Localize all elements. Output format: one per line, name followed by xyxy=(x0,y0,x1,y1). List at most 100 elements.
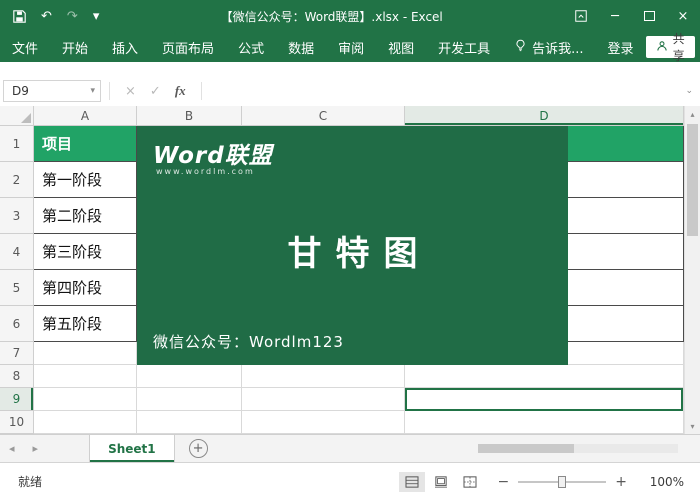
page-layout-view-icon[interactable] xyxy=(428,472,454,492)
enter-icon[interactable]: ✓ xyxy=(143,84,168,99)
cell-C10[interactable] xyxy=(242,411,405,434)
select-all-triangle-icon xyxy=(21,113,31,123)
cell-C8[interactable] xyxy=(242,365,405,388)
zoom-level-label[interactable]: 100% xyxy=(634,475,700,489)
tell-me-box[interactable]: 告诉我... xyxy=(502,32,595,62)
row-header-4[interactable]: 4 xyxy=(0,234,34,270)
column-header-C[interactable]: C xyxy=(242,106,405,125)
ribbon-display-options-icon[interactable] xyxy=(564,0,598,32)
select-all-button[interactable] xyxy=(0,106,34,125)
save-icon[interactable] xyxy=(13,10,26,23)
window-title: 【微信公众号：Word联盟】.xlsx - Excel xyxy=(99,8,564,25)
sheet-tab-sheet1[interactable]: Sheet1 xyxy=(89,435,175,462)
cell-B8[interactable] xyxy=(137,365,242,388)
cell-A7[interactable] xyxy=(34,342,137,365)
column-header-B[interactable]: B xyxy=(137,106,242,125)
row-header-6[interactable]: 6 xyxy=(0,306,34,342)
horizontal-scrollbar[interactable] xyxy=(478,444,678,453)
zoom-in-button[interactable]: + xyxy=(608,474,634,490)
row-header-5[interactable]: 5 xyxy=(0,270,34,306)
cancel-icon[interactable]: × xyxy=(118,84,143,99)
normal-view-icon[interactable] xyxy=(399,472,425,492)
vertical-scrollbar-thumb[interactable] xyxy=(687,124,698,236)
cell-A4[interactable]: 第三阶段 xyxy=(34,234,137,270)
row-header-9[interactable]: 9 xyxy=(0,388,34,411)
formula-input[interactable] xyxy=(210,76,679,106)
new-sheet-button[interactable]: + xyxy=(189,439,208,458)
tab-home[interactable]: 开始 xyxy=(50,32,100,62)
cell-D10[interactable] xyxy=(405,411,684,434)
maximize-icon xyxy=(644,11,655,21)
name-box-value: D9 xyxy=(12,84,29,98)
cell-A3[interactable]: 第二阶段 xyxy=(34,198,137,234)
tab-developer[interactable]: 开发工具 xyxy=(426,32,502,62)
title-bar: ↶ ↷ ▾ 【微信公众号：Word联盟】.xlsx - Excel ─ × xyxy=(0,0,700,32)
cell-D8[interactable] xyxy=(405,365,684,388)
share-button[interactable]: 共享 xyxy=(646,36,695,58)
undo-icon[interactable]: ↶ xyxy=(41,10,52,23)
cell-A10[interactable] xyxy=(34,411,137,434)
tab-insert[interactable]: 插入 xyxy=(100,32,150,62)
sign-in-button[interactable]: 登录 xyxy=(596,38,646,57)
page-break-view-icon[interactable] xyxy=(457,472,483,492)
formula-bar-divider2 xyxy=(201,82,202,100)
row-header-8[interactable]: 8 xyxy=(0,365,34,388)
tab-view[interactable]: 视图 xyxy=(376,32,426,62)
sheet-tab-bar: ◂ ▸ Sheet1 + xyxy=(0,434,700,462)
sheet-nav-right-icon[interactable]: ▸ xyxy=(24,442,48,455)
window-controls: ─ × xyxy=(564,0,700,32)
status-ready-label: 就绪 xyxy=(0,473,42,490)
grid-row: 8 xyxy=(0,365,684,388)
minimize-button[interactable]: ─ xyxy=(598,0,632,32)
cell-D9[interactable] xyxy=(405,388,684,411)
tab-page-layout[interactable]: 页面布局 xyxy=(150,32,226,62)
column-header-A[interactable]: A xyxy=(34,106,137,125)
status-bar: 就绪 − + 100% xyxy=(0,462,700,500)
zoom-slider[interactable] xyxy=(518,481,606,483)
cell-B10[interactable] xyxy=(137,411,242,434)
promo-logo: Word联盟 xyxy=(153,136,273,170)
close-button[interactable]: × xyxy=(666,0,700,32)
insert-function-icon[interactable]: fx xyxy=(168,83,193,99)
column-header-D[interactable]: D xyxy=(405,106,684,125)
scroll-up-icon[interactable]: ▴ xyxy=(685,106,700,122)
horizontal-scrollbar-thumb[interactable] xyxy=(478,444,574,453)
maximize-button[interactable] xyxy=(632,0,666,32)
share-label: 共享 xyxy=(673,30,685,64)
ribbon-collapsed-strip xyxy=(0,62,700,77)
tab-review[interactable]: 审阅 xyxy=(326,32,376,62)
redo-icon[interactable]: ↷ xyxy=(67,10,78,23)
tell-me-label: 告诉我... xyxy=(532,38,583,57)
row-header-7[interactable]: 7 xyxy=(0,342,34,365)
formula-bar-expand-icon[interactable]: ⌄ xyxy=(678,86,700,96)
zoom-slider-thumb[interactable] xyxy=(558,476,566,488)
name-box-dropdown-icon[interactable]: ▾ xyxy=(90,86,100,96)
name-box[interactable]: D9 ▾ xyxy=(3,80,101,102)
promo-logo-url: www.wordlm.com xyxy=(156,167,255,176)
cell-B9[interactable] xyxy=(137,388,242,411)
row-header-1[interactable]: 1 xyxy=(0,126,34,162)
row-header-10[interactable]: 10 xyxy=(0,411,34,434)
vertical-scrollbar[interactable]: ▴ ▾ xyxy=(684,106,700,434)
cell-A8[interactable] xyxy=(34,365,137,388)
grid-row: 9 xyxy=(0,388,684,411)
tab-formulas[interactable]: 公式 xyxy=(226,32,276,62)
row-header-3[interactable]: 3 xyxy=(0,198,34,234)
zoom-out-button[interactable]: − xyxy=(491,474,517,490)
excel-window: ↶ ↷ ▾ 【微信公众号：Word联盟】.xlsx - Excel ─ × 文件… xyxy=(0,0,700,500)
cell-A2[interactable]: 第一阶段 xyxy=(34,162,137,198)
scroll-down-icon[interactable]: ▾ xyxy=(685,418,700,434)
cell-A9[interactable] xyxy=(34,388,137,411)
quick-access-toolbar: ↶ ↷ ▾ xyxy=(0,10,99,23)
promo-title: 甘特图 xyxy=(137,226,568,275)
formula-bar-divider xyxy=(109,82,110,100)
cell-A1[interactable]: 项目 xyxy=(34,126,137,162)
cell-C9[interactable] xyxy=(242,388,405,411)
tab-file[interactable]: 文件 xyxy=(0,32,50,62)
cell-A6[interactable]: 第五阶段 xyxy=(34,306,137,342)
tab-data[interactable]: 数据 xyxy=(276,32,326,62)
row-header-2[interactable]: 2 xyxy=(0,162,34,198)
sheet-nav-left-icon[interactable]: ◂ xyxy=(0,442,24,455)
cell-A5[interactable]: 第四阶段 xyxy=(34,270,137,306)
promo-footer: 微信公众号：Wordlm123 xyxy=(153,331,344,352)
